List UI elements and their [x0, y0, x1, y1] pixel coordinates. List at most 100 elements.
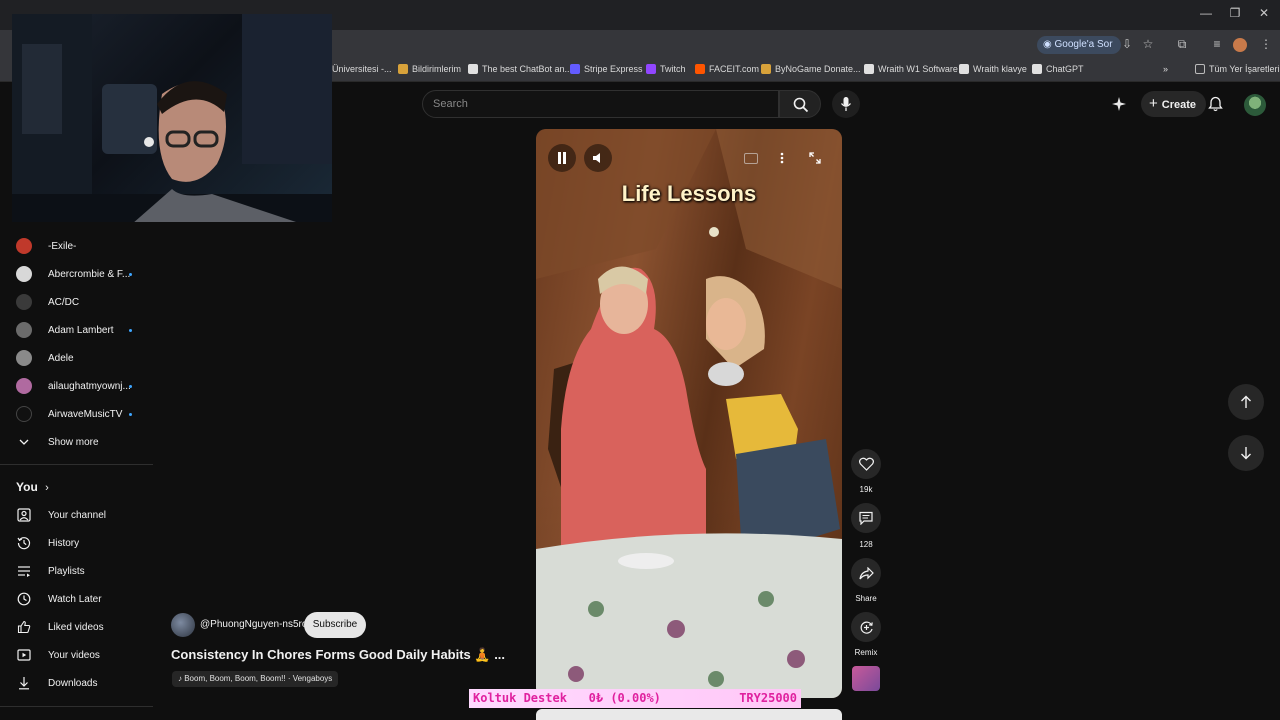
music-link[interactable]: ♪ Boom, Boom, Boom, Boom!! · Vengaboys: [172, 671, 339, 687]
more-options-button[interactable]: [773, 149, 791, 167]
sidebar-item-playlists[interactable]: Playlists: [16, 561, 85, 581]
bookmark-item[interactable]: FACEIT.com: [695, 64, 759, 74]
previous-short-button[interactable]: [1228, 384, 1264, 420]
chevron-right-icon: ›: [45, 482, 49, 494]
video-icon: [16, 647, 32, 663]
sidebar-item-watch-later[interactable]: Watch Later: [16, 589, 102, 609]
faceit-icon: [695, 64, 705, 74]
subscribe-button[interactable]: Subscribe: [304, 612, 366, 638]
new-content-dot: [129, 385, 132, 388]
sidebar-subscription[interactable]: Adam Lambert: [16, 320, 114, 340]
heart-icon: [858, 457, 874, 471]
comments-button[interactable]: [851, 503, 881, 533]
thumbs-up-icon: [16, 619, 32, 635]
sidebar-subscription[interactable]: ailaughatmyownj...: [16, 376, 131, 396]
like-button[interactable]: [851, 449, 881, 479]
sidebar-divider: [0, 464, 153, 465]
install-app-icon[interactable]: ⇩: [1119, 37, 1135, 51]
remix-button[interactable]: [851, 612, 881, 642]
share-button[interactable]: [851, 558, 881, 588]
donation-goal-bar: Koltuk Destek 0₺ (0.00%) TRY25000: [469, 689, 801, 708]
minimize-icon[interactable]: —: [1196, 6, 1216, 20]
video-overlay-title: Life Lessons: [621, 181, 757, 206]
more-vertical-icon: [780, 152, 784, 164]
share-label: Share: [855, 594, 877, 603]
search-input[interactable]: Search: [422, 90, 779, 118]
media-controls-icon[interactable]: ≡: [1209, 37, 1225, 51]
account-avatar[interactable]: [1244, 94, 1266, 116]
more-bookmarks-icon[interactable]: »: [1163, 64, 1168, 74]
sidebar-subscription[interactable]: -Exile-: [16, 236, 76, 256]
playlist-icon: [16, 563, 32, 579]
sidebar-subscription[interactable]: Abercrombie & F...: [16, 264, 130, 284]
sidebar-subscription[interactable]: AC/DC: [16, 292, 79, 312]
sidebar-item-your-channel[interactable]: Your channel: [16, 505, 106, 525]
ask-google-label: Google'a Sor: [1054, 39, 1113, 50]
stripe-icon: [570, 64, 580, 74]
short-video-player[interactable]: Life Lessons: [536, 129, 842, 698]
bookmark-item[interactable]: Üniversitesi -...: [332, 64, 392, 74]
bookmark-item[interactable]: ByNoGame Donate...: [761, 64, 861, 74]
captions-button[interactable]: [742, 149, 760, 167]
sidebar-subscription[interactable]: Adele: [16, 348, 74, 368]
next-short-preview[interactable]: [536, 709, 842, 720]
folder-icon: [1195, 64, 1205, 74]
plus-icon: +: [1149, 95, 1158, 112]
extensions-icon[interactable]: ⧉: [1174, 37, 1190, 52]
bookmark-item[interactable]: Twitch: [646, 64, 686, 74]
bookmark-favicon-icon: [761, 64, 771, 74]
channel-avatar: [16, 294, 32, 310]
new-content-dot: [129, 273, 132, 276]
google-lens-icon: ◉: [1043, 39, 1055, 50]
channel-avatar: [16, 350, 32, 366]
expand-icon: [809, 152, 821, 164]
bookmark-item[interactable]: The best ChatBot an...: [468, 64, 572, 74]
sidebar-item-history[interactable]: History: [16, 533, 79, 553]
comment-count: 128: [859, 540, 873, 549]
sidebar-item-liked-videos[interactable]: Liked videos: [16, 617, 104, 637]
sidebar-item-downloads[interactable]: Downloads: [16, 673, 97, 693]
create-button[interactable]: + Create: [1141, 91, 1207, 117]
bookmark-item[interactable]: ChatGPT: [1032, 64, 1084, 74]
bookmark-item[interactable]: Bildirimlerim: [398, 64, 461, 74]
pause-button[interactable]: [548, 144, 576, 172]
notifications-bell-icon[interactable]: [1208, 96, 1223, 112]
arrow-down-icon: [1241, 447, 1251, 460]
channel-avatar[interactable]: [171, 613, 195, 637]
chatgpt-icon: [1032, 64, 1042, 74]
channel-avatar: [16, 266, 32, 282]
restore-icon[interactable]: ❐: [1225, 6, 1245, 20]
ask-google-button[interactable]: ◉ Google'a Sor: [1037, 36, 1121, 54]
donation-label: Koltuk Destek: [473, 691, 567, 705]
all-bookmarks-button[interactable]: Tüm Yer İşaretleri: [1195, 64, 1280, 74]
close-icon[interactable]: ✕: [1254, 6, 1274, 20]
remix-label: Remix: [854, 648, 878, 657]
volume-button[interactable]: [584, 144, 612, 172]
channel-avatar: [16, 322, 32, 338]
download-icon: [16, 675, 32, 691]
short-title[interactable]: Consistency In Chores Forms Good Daily H…: [171, 647, 505, 663]
channel-name[interactable]: @PhuongNguyen-ns5ro: [200, 619, 307, 630]
bookmark-item[interactable]: Wraith klavye: [959, 64, 1027, 74]
profile-avatar-icon[interactable]: [1233, 38, 1247, 52]
sidebar-subscription[interactable]: AirwaveMusicTV: [16, 404, 122, 424]
fullscreen-button[interactable]: [806, 149, 824, 167]
show-more-button[interactable]: Show more: [16, 432, 99, 452]
search-button[interactable]: [779, 90, 821, 118]
sound-thumbnail[interactable]: [852, 666, 880, 691]
bookmark-favicon-icon: [398, 64, 408, 74]
pause-icon: [558, 152, 566, 164]
voice-search-button[interactable]: [832, 90, 860, 118]
bookmark-star-icon[interactable]: ☆: [1140, 37, 1156, 51]
arrow-up-icon: [1241, 395, 1251, 408]
donation-goal: TRY25000: [739, 691, 797, 705]
bookmark-item[interactable]: Stripe Express: [570, 64, 643, 74]
ai-sparkle-icon[interactable]: [1111, 96, 1127, 112]
clock-icon: [16, 591, 32, 607]
browser-menu-icon[interactable]: ⋮: [1258, 37, 1274, 51]
bookmark-item[interactable]: Wraith W1 Software: [864, 64, 958, 74]
you-section-heading[interactable]: You ›: [16, 480, 49, 494]
next-short-button[interactable]: [1228, 435, 1264, 471]
sidebar-item-your-videos[interactable]: Your videos: [16, 645, 100, 665]
mic-icon: [840, 97, 852, 111]
